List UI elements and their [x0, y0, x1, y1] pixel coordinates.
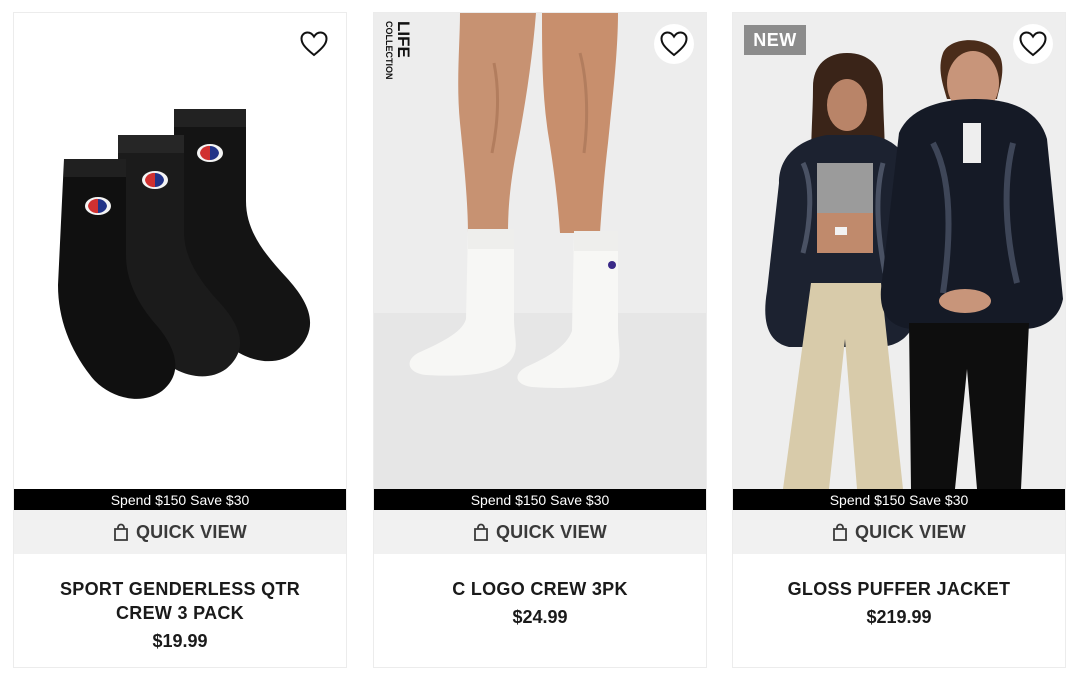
quick-view-button[interactable]: QUICK VIEW	[14, 510, 346, 554]
product-image[interactable]: NEW	[733, 13, 1065, 489]
socks-image	[58, 109, 311, 399]
product-price: $219.99	[866, 607, 932, 627]
quick-view-label: QUICK VIEW	[495, 521, 607, 542]
product-info: GLOSS PUFFER JACKET $219.99	[733, 577, 1065, 629]
product-info: SPORT GENDERLESS QTR CREW 3 PACK $19.99	[14, 577, 346, 653]
product-title[interactable]: C LOGO CREW 3PK	[374, 577, 706, 601]
shopping-bag-icon	[114, 523, 128, 541]
models-jacket-image	[765, 40, 1063, 489]
wishlist-button[interactable]	[1013, 24, 1053, 64]
life-collection-logo: LIFE COLLECTION	[384, 21, 412, 80]
product-title[interactable]: SPORT GENDERLESS QTR CREW 3 PACK	[14, 577, 346, 625]
legs-socks-image	[374, 13, 706, 489]
wishlist-button[interactable]	[294, 24, 334, 64]
heart-outline-icon	[1019, 31, 1047, 57]
heart-outline-icon	[660, 31, 688, 57]
product-info: C LOGO CREW 3PK $24.99	[374, 577, 706, 629]
quick-view-label: QUICK VIEW	[135, 521, 247, 542]
quick-view-button[interactable]: QUICK VIEW	[733, 510, 1065, 554]
quick-view-label: QUICK VIEW	[854, 521, 966, 542]
heart-outline-icon	[300, 31, 328, 57]
product-price: $19.99	[152, 631, 208, 651]
new-badge: NEW	[744, 25, 806, 55]
wishlist-button[interactable]	[654, 24, 694, 64]
promo-banner: Spend $150 Save $30	[374, 489, 706, 510]
quick-view-button[interactable]: QUICK VIEW	[374, 510, 706, 554]
shopping-bag-icon	[474, 523, 488, 541]
product-title[interactable]: GLOSS PUFFER JACKET	[733, 577, 1065, 601]
product-card[interactable]: LIFE COLLECTION Spend $150 Save $30 QUIC…	[373, 12, 707, 668]
product-card[interactable]: Spend $150 Save $30 QUICK VIEW SPORT GEN…	[13, 12, 347, 668]
shopping-bag-icon	[833, 523, 847, 541]
promo-banner: Spend $150 Save $30	[14, 489, 346, 510]
product-card[interactable]: NEW Spend $150 Save $30 QUICK VIEW GLOSS…	[732, 12, 1066, 668]
life-collection-text: LIFE	[394, 21, 412, 58]
product-image[interactable]	[14, 13, 346, 489]
product-price: $24.99	[512, 607, 568, 627]
product-image[interactable]: LIFE COLLECTION	[374, 13, 706, 489]
promo-banner: Spend $150 Save $30	[733, 489, 1065, 510]
svg-text:COLLECTION: COLLECTION	[384, 21, 394, 80]
